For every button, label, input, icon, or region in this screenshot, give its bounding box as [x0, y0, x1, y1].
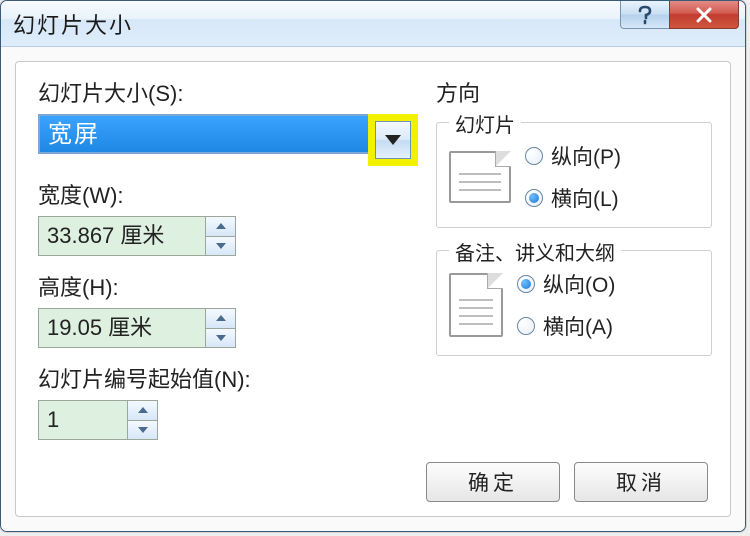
slides-portrait-radio[interactable]: 纵向(P) — [525, 141, 621, 171]
height-down-button[interactable] — [206, 329, 235, 348]
help-button[interactable] — [620, 1, 670, 29]
slides-legend: 幻灯片 — [449, 109, 521, 138]
start-number-value[interactable]: 1 — [39, 401, 127, 439]
height-up-button[interactable] — [206, 309, 235, 329]
dialog-panel: 幻灯片大小(S): 宽屏 宽度(W): 33.867 厘米 — [15, 61, 731, 517]
close-button[interactable] — [669, 1, 739, 29]
page-icon — [449, 151, 511, 203]
chevron-down-icon — [216, 335, 226, 341]
notes-orientation-group: 备注、讲义和大纲 纵向(O) — [436, 250, 712, 356]
width-up-button[interactable] — [206, 217, 235, 237]
notes-landscape-label: 横向(A) — [543, 311, 613, 341]
radio-icon — [517, 275, 535, 293]
width-value[interactable]: 33.867 厘米 — [39, 217, 205, 255]
slides-landscape-label: 横向(L) — [551, 183, 619, 213]
ok-button[interactable]: 确定 — [426, 462, 560, 502]
notes-portrait-radio[interactable]: 纵向(O) — [517, 269, 615, 299]
chevron-up-icon — [138, 407, 148, 413]
window-title: 幻灯片大小 — [13, 8, 133, 40]
radio-icon — [525, 147, 543, 165]
chevron-down-icon — [216, 243, 226, 249]
slides-portrait-label: 纵向(P) — [551, 141, 621, 171]
height-spinner[interactable]: 19.05 厘米 — [38, 308, 236, 348]
height-label: 高度(H): — [38, 270, 418, 302]
notes-landscape-radio[interactable]: 横向(A) — [517, 311, 615, 341]
page-icon — [449, 273, 503, 337]
start-number-down-button[interactable] — [128, 421, 157, 440]
width-down-button[interactable] — [206, 237, 235, 256]
start-number-spinner[interactable]: 1 — [38, 400, 158, 440]
chevron-up-icon — [216, 223, 226, 229]
slide-size-dropdown-button[interactable] — [375, 121, 411, 159]
chevron-down-icon — [385, 135, 401, 145]
slides-landscape-radio[interactable]: 横向(L) — [525, 183, 621, 213]
notes-portrait-label: 纵向(O) — [543, 269, 615, 299]
start-number-label: 幻灯片编号起始值(N): — [38, 362, 418, 394]
radio-icon — [525, 189, 543, 207]
width-label: 宽度(W): — [38, 178, 418, 210]
radio-icon — [517, 317, 535, 335]
start-number-up-button[interactable] — [128, 401, 157, 421]
slide-size-dropdown-highlight — [368, 114, 418, 166]
dialog-window: 幻灯片大小 幻灯片大小(S): 宽屏 — [0, 0, 746, 532]
slides-orientation-group: 幻灯片 纵向(P) — [436, 122, 712, 228]
slide-size-combo[interactable]: 宽屏 — [38, 114, 370, 154]
chevron-down-icon — [138, 427, 148, 433]
cancel-button[interactable]: 取消 — [574, 462, 708, 502]
notes-legend: 备注、讲义和大纲 — [449, 237, 621, 266]
direction-header: 方向 — [436, 76, 712, 108]
height-value[interactable]: 19.05 厘米 — [39, 309, 205, 347]
slide-size-label: 幻灯片大小(S): — [38, 76, 418, 108]
chevron-up-icon — [216, 315, 226, 321]
width-spinner[interactable]: 33.867 厘米 — [38, 216, 236, 256]
titlebar[interactable]: 幻灯片大小 — [1, 1, 745, 47]
